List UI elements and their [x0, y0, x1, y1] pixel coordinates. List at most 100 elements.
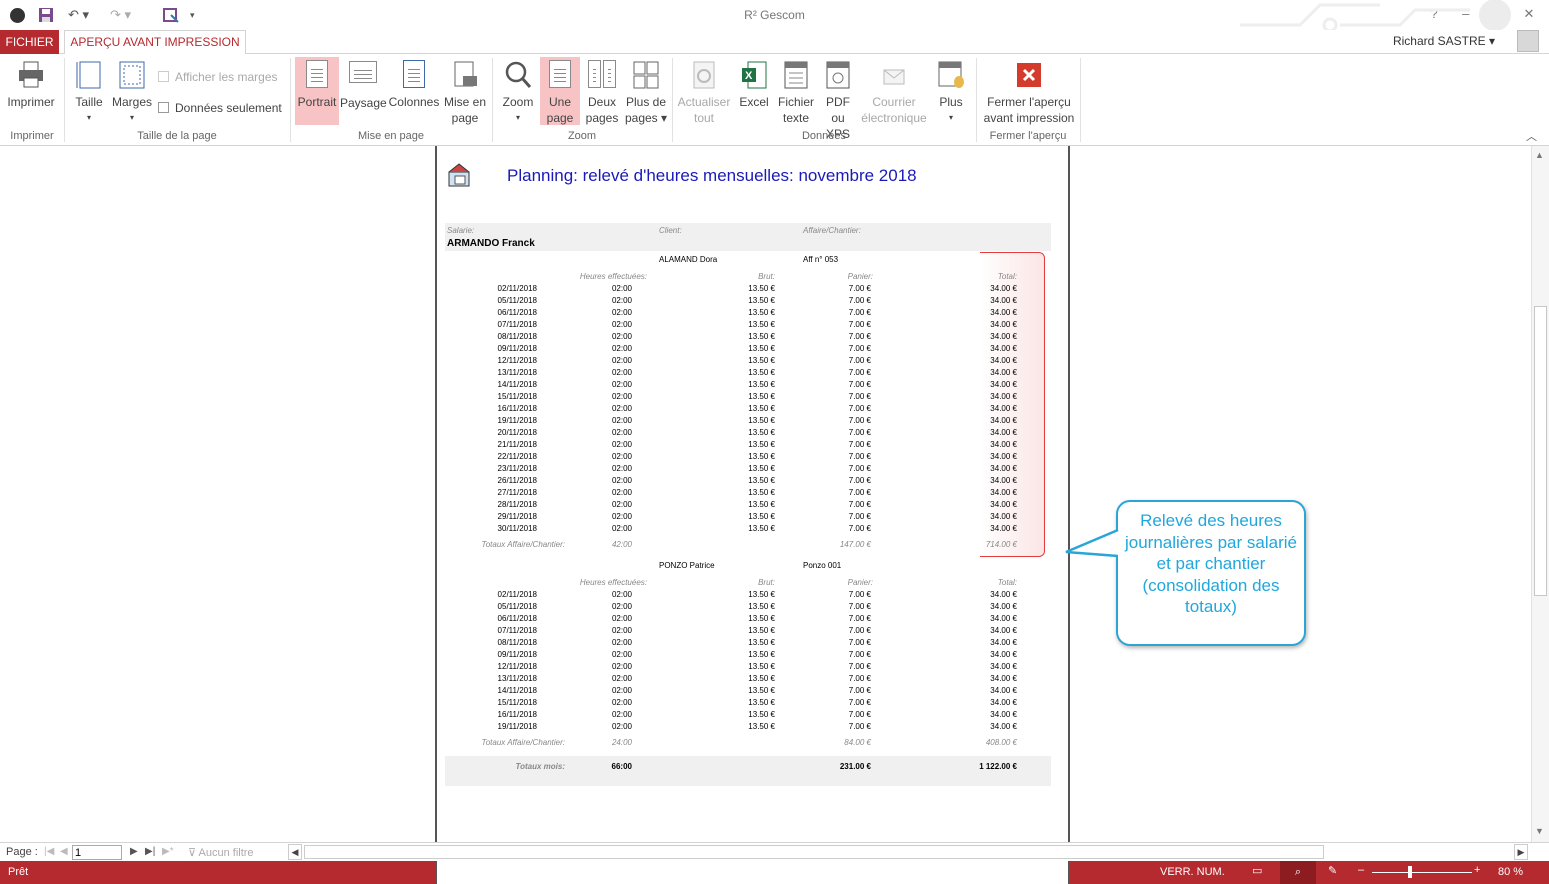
- size-button[interactable]: Taille ▾: [70, 57, 108, 126]
- export-text-button[interactable]: Fichier texte: [776, 57, 816, 126]
- close-preview-button[interactable]: Fermer l'aperçu avant impression: [980, 57, 1078, 126]
- last-page-icon[interactable]: ▶|: [145, 846, 155, 857]
- landscape-button[interactable]: Paysage: [340, 57, 387, 111]
- row-total: 34.00 €: [990, 392, 1017, 401]
- row-panier: 7.00 €: [848, 710, 871, 719]
- row-panier: 7.00 €: [848, 368, 871, 377]
- one-page-button[interactable]: Une page: [540, 57, 580, 125]
- row-hours: 02:00: [611, 488, 632, 497]
- group-zoom-label: Zoom: [567, 130, 597, 142]
- month-total-band: [445, 756, 1051, 786]
- prev-page-icon[interactable]: ◀: [60, 846, 68, 857]
- show-margins-checkbox[interactable]: Afficher les marges: [158, 69, 278, 85]
- page-setup-button[interactable]: Mise en page: [442, 57, 488, 126]
- hscroll-left-icon[interactable]: ◀: [288, 844, 302, 860]
- two-pages-button[interactable]: Deux pages: [582, 57, 622, 126]
- more-pages-button[interactable]: Plus de pages ▾: [624, 57, 668, 126]
- row-brut: 13.50 €: [748, 722, 775, 731]
- margins-icon: [118, 60, 146, 90]
- section-totals-label: Totaux Affaire/Chantier:: [481, 540, 565, 549]
- user-name[interactable]: Richard SASTRE ▾: [1393, 34, 1495, 48]
- horizontal-scrollbar-thumb[interactable]: [304, 845, 1324, 859]
- report-page: Planning: relevé d'heures mensuelles: no…: [435, 146, 1070, 876]
- layout-view-icon[interactable]: ✎: [1328, 864, 1337, 877]
- row-brut: 13.50 €: [748, 476, 775, 485]
- row-date: 12/11/2018: [497, 662, 537, 671]
- section-total-hours: 24:00: [611, 738, 632, 747]
- scrollbar-thumb[interactable]: [1534, 306, 1547, 596]
- filter-status[interactable]: ⊽ Aucun filtre: [188, 846, 254, 859]
- row-date: 13/11/2018: [497, 674, 537, 683]
- zoom-out-icon[interactable]: –: [1358, 864, 1364, 876]
- vertical-scrollbar[interactable]: ▲ ▼: [1531, 146, 1549, 842]
- view-report-icon[interactable]: ▭: [1252, 864, 1262, 877]
- refresh-all-button[interactable]: Actualiser tout: [676, 57, 732, 126]
- annotation-callout: Relevé des heures journalières par salar…: [1116, 500, 1306, 646]
- preview-workspace: Planning: relevé d'heures mensuelles: no…: [0, 146, 1531, 876]
- row-brut: 13.50 €: [748, 440, 775, 449]
- row-brut: 13.50 €: [748, 344, 775, 353]
- scroll-down-icon[interactable]: ▼: [1535, 826, 1544, 836]
- row-date: 05/11/2018: [497, 602, 537, 611]
- row-hours: 02:00: [611, 626, 632, 635]
- more-export-button[interactable]: Plus ▾: [930, 57, 972, 126]
- employee-name: ARMANDO Franck: [447, 238, 535, 249]
- email-button[interactable]: Courrier électronique: [860, 57, 928, 126]
- hscroll-right-icon[interactable]: ▶: [1514, 844, 1528, 860]
- tab-print-preview[interactable]: APERÇU AVANT IMPRESSION: [64, 30, 246, 55]
- client-label: Client:: [659, 226, 682, 235]
- row-hours: 02:00: [611, 674, 632, 683]
- row-total: 34.00 €: [990, 650, 1017, 659]
- row-panier: 7.00 €: [848, 512, 871, 521]
- more-pages-icon: [632, 60, 660, 90]
- col-panier-header: Panier:: [847, 578, 873, 587]
- pdf-icon: [824, 60, 852, 90]
- zoom-slider[interactable]: [1372, 872, 1472, 873]
- row-total: 34.00 €: [990, 332, 1017, 341]
- row-date: 14/11/2018: [497, 380, 537, 389]
- group-print-label: Imprimer: [10, 130, 54, 142]
- row-hours: 02:00: [611, 698, 632, 707]
- row-date: 19/11/2018: [497, 416, 537, 425]
- row-total: 34.00 €: [990, 428, 1017, 437]
- row-brut: 13.50 €: [748, 296, 775, 305]
- zoom-in-icon[interactable]: +: [1474, 864, 1480, 876]
- row-panier: 7.00 €: [848, 356, 871, 365]
- columns-icon: [400, 60, 428, 90]
- portrait-button[interactable]: Portrait: [295, 57, 339, 125]
- month-totals-label: Totaux mois:: [515, 762, 565, 771]
- row-total: 34.00 €: [990, 320, 1017, 329]
- section-total-panier: 84.00 €: [844, 738, 871, 747]
- two-pages-icon: [588, 60, 616, 90]
- columns-button[interactable]: Colonnes: [388, 57, 440, 110]
- page-number-input[interactable]: [72, 845, 122, 860]
- row-hours: 02:00: [611, 344, 632, 353]
- first-page-icon[interactable]: |◀: [44, 846, 54, 857]
- zoom-button[interactable]: Zoom ▾: [498, 57, 538, 126]
- tab-file[interactable]: FICHIER: [0, 30, 59, 54]
- row-panier: 7.00 €: [848, 464, 871, 473]
- email-icon: [880, 60, 908, 90]
- row-total: 34.00 €: [990, 638, 1017, 647]
- collapse-ribbon-icon[interactable]: ︿: [1526, 128, 1537, 144]
- row-total: 34.00 €: [990, 284, 1017, 293]
- row-brut: 13.50 €: [748, 380, 775, 389]
- data-only-checkbox[interactable]: Données seulement: [158, 100, 282, 116]
- row-total: 34.00 €: [990, 674, 1017, 683]
- row-date: 16/11/2018: [497, 710, 537, 719]
- row-panier: 7.00 €: [848, 602, 871, 611]
- scroll-up-icon[interactable]: ▲: [1535, 150, 1544, 160]
- row-total: 34.00 €: [990, 722, 1017, 731]
- export-excel-button[interactable]: X Excel: [734, 57, 774, 110]
- row-date: 27/11/2018: [497, 488, 537, 497]
- print-preview-view-icon[interactable]: ⌕: [1280, 861, 1316, 884]
- zoom-level[interactable]: 80 %: [1498, 866, 1523, 878]
- margins-button[interactable]: Marges ▾: [110, 57, 154, 126]
- avatar[interactable]: [1517, 30, 1539, 52]
- next-page-icon[interactable]: ▶: [130, 846, 138, 857]
- zoom-slider-thumb[interactable]: [1408, 866, 1412, 878]
- row-panier: 7.00 €: [848, 296, 871, 305]
- row-hours: 02:00: [611, 392, 632, 401]
- print-button[interactable]: Imprimer: [4, 57, 58, 110]
- new-record-icon[interactable]: ▶*: [162, 846, 174, 857]
